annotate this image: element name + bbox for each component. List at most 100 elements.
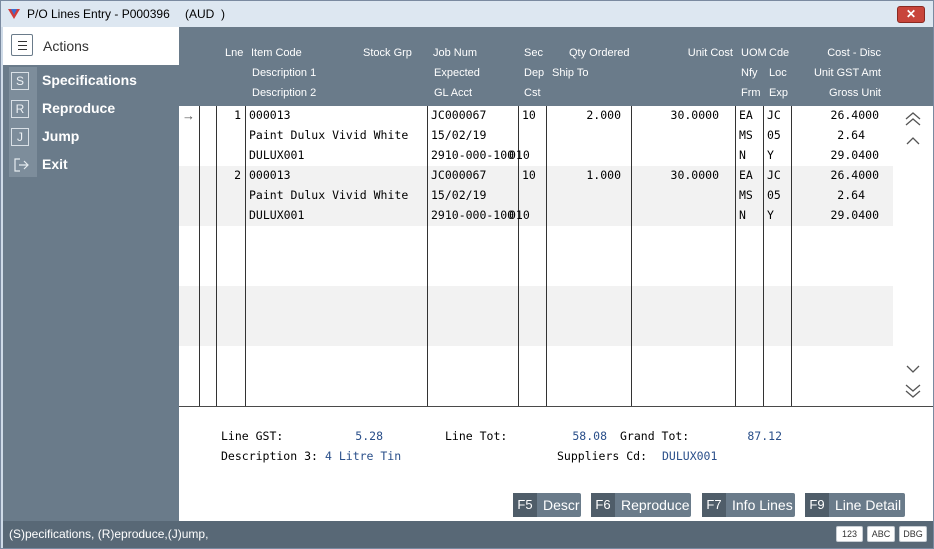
scroll-top-icon[interactable] (903, 110, 923, 128)
header-lne: Lne (225, 47, 244, 59)
cell-description1[interactable]: Paint Dulux Vivid White (249, 188, 408, 202)
cell-gl-acct[interactable]: 2910-000-100 (431, 208, 514, 222)
header-loc: Loc (769, 67, 787, 79)
cell-cost-disc[interactable]: 26.4000 (795, 168, 879, 182)
cell-sec[interactable]: 10 (522, 108, 536, 122)
cell-item-code[interactable]: 000013 (249, 168, 291, 182)
cell-loc[interactable]: 05 (767, 188, 781, 202)
scroll-up-icon[interactable] (903, 132, 923, 150)
column-divider (216, 106, 217, 406)
column-divider (631, 106, 632, 406)
shortcut-key-r: R (11, 100, 29, 118)
currency-label: (AUD ) (185, 7, 225, 21)
sidebar-item-exit[interactable]: Exit (3, 151, 179, 179)
sidebar-item-label: Jump (42, 128, 80, 144)
close-button[interactable]: ✕ (897, 6, 925, 23)
f9-label: Line Detail (835, 497, 902, 513)
cell-qty-ordered[interactable]: 2.000 (549, 108, 621, 122)
cell-sec[interactable]: 10 (522, 168, 536, 182)
header-stock-grp: Stock Grp (363, 47, 412, 59)
cell-unit-cost[interactable]: 30.0000 (635, 108, 719, 122)
app-logo-icon (8, 9, 20, 19)
cell-gross-unit[interactable]: 29.0400 (795, 208, 879, 222)
column-divider (245, 106, 246, 406)
cell-exp[interactable]: Y (767, 148, 774, 162)
cell-cde[interactable]: JC (767, 168, 781, 182)
header-unit-cost: Unit Cost (687, 47, 733, 59)
line-tot-label: Line Tot: (445, 429, 508, 443)
header-gl-acct: GL Acct (434, 87, 473, 99)
line-gst-label: Line GST: (221, 429, 284, 443)
f5-key-label: F5 (513, 493, 537, 517)
suppliers-cd-value: DULUX001 (662, 449, 718, 463)
cell-expected[interactable]: 15/02/19 (431, 128, 486, 142)
header-cst: Cst (524, 87, 541, 99)
cell-qty-ordered[interactable]: 1.000 (549, 168, 621, 182)
cell-nfy[interactable]: MS (739, 128, 753, 142)
column-divider (735, 106, 736, 406)
f6-key-label: F6 (591, 493, 615, 517)
f9-line-detail-button[interactable]: F9 Line Detail (805, 493, 905, 517)
cell-unit-gst[interactable]: 2.64 (795, 188, 865, 202)
cell-expected[interactable]: 15/02/19 (431, 188, 486, 202)
cell-gross-unit[interactable]: 29.0400 (795, 148, 879, 162)
grid-scroll-controls (893, 106, 933, 406)
actions-sidebar: Actions S Specifications R Reproduce J J… (3, 27, 179, 521)
column-divider (546, 106, 547, 406)
cell-description1[interactable]: Paint Dulux Vivid White (249, 128, 408, 142)
cell-exp[interactable]: Y (767, 208, 774, 222)
sidebar-item-label: Reproduce (42, 100, 116, 116)
f5-descr-button[interactable]: F5 Descr (513, 493, 581, 517)
sidebar-item-specifications[interactable]: S Specifications (3, 67, 179, 95)
cell-item-code[interactable]: 000013 (249, 108, 291, 122)
cell-frm[interactable]: N (739, 148, 746, 162)
cell-gl-acct[interactable]: 2910-000-100 (431, 148, 514, 162)
cell-cst[interactable]: 010 (509, 148, 530, 162)
row-band (179, 226, 893, 286)
header-job-num: Job Num (433, 47, 478, 59)
cell-lne: 1 (234, 108, 241, 122)
cell-nfy[interactable]: MS (739, 188, 753, 202)
title-bar: P/O Lines Entry - P000396 (AUD ) ✕ (1, 1, 933, 27)
cell-unit-cost[interactable]: 30.0000 (635, 168, 719, 182)
cell-uom[interactable]: EA (739, 108, 753, 122)
cell-job-num[interactable]: JC000067 (431, 168, 486, 182)
description3-value: 4 Litre Tin (325, 449, 402, 463)
grid-header: Lne Item Code Stock Grp Job Num Sec Qty … (179, 27, 933, 106)
scroll-bottom-icon[interactable] (903, 382, 923, 400)
cell-job-num[interactable]: JC000067 (431, 108, 486, 122)
cell-loc[interactable]: 05 (767, 128, 781, 142)
cell-description2[interactable]: DULUX001 (249, 208, 304, 222)
text-mode-badge[interactable]: ABC (867, 526, 895, 542)
column-divider (427, 106, 428, 406)
f7-info-lines-button[interactable]: F7 Info Lines (702, 493, 795, 517)
header-ship-to: Ship To (552, 67, 589, 79)
sidebar-item-reproduce[interactable]: R Reproduce (3, 95, 179, 123)
window-title: P/O Lines Entry - P000396 (27, 7, 170, 21)
status-hint: (S)pecifications, (R)eproduce,(J)ump, (9, 527, 209, 541)
cell-unit-gst[interactable]: 2.64 (795, 128, 865, 142)
current-row-arrow-icon: → (182, 108, 195, 123)
header-sec: Sec (524, 47, 543, 59)
grand-tot-value: 87.12 (747, 429, 782, 443)
f6-reproduce-button[interactable]: F6 Reproduce (591, 493, 691, 517)
header-expected: Expected (434, 67, 480, 79)
actions-header[interactable]: Actions (3, 27, 179, 65)
header-item-code: Item Code (251, 47, 302, 59)
column-divider (791, 106, 792, 406)
scroll-down-icon[interactable] (903, 360, 923, 378)
grand-tot-label: Grand Tot: (620, 429, 690, 443)
cell-description2[interactable]: DULUX001 (249, 148, 304, 162)
cell-cost-disc[interactable]: 26.4000 (795, 108, 879, 122)
numeric-mode-badge[interactable]: 123 (836, 526, 863, 542)
cell-frm[interactable]: N (739, 208, 746, 222)
shortcut-key-j: J (11, 128, 29, 146)
debug-badge[interactable]: DBG (899, 526, 927, 542)
cell-lne: 2 (234, 168, 241, 182)
cell-cde[interactable]: JC (767, 108, 781, 122)
f9-key-label: F9 (805, 493, 829, 517)
cell-cst[interactable]: 010 (509, 208, 530, 222)
sidebar-item-jump[interactable]: J Jump (3, 123, 179, 151)
menu-icon[interactable] (11, 34, 33, 56)
cell-uom[interactable]: EA (739, 168, 753, 182)
